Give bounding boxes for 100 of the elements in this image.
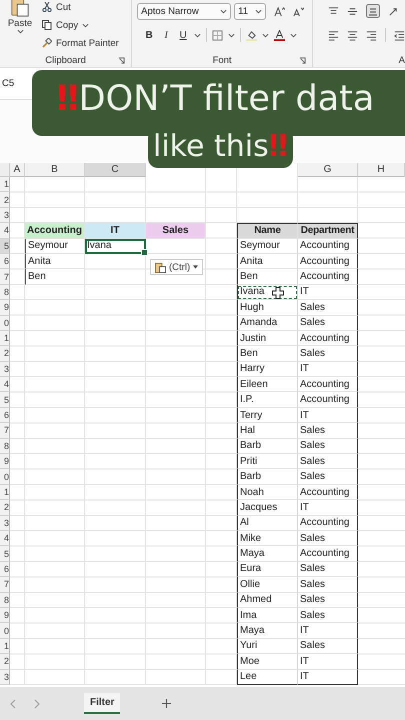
row-number[interactable]: 9: [0, 454, 10, 470]
align-bottom-icon[interactable]: [366, 4, 380, 18]
row-number[interactable]: 7: [0, 577, 10, 593]
fill-color-icon[interactable]: [246, 30, 258, 40]
table-cell: Accounting: [298, 330, 358, 346]
row-number[interactable]: 5: [0, 546, 10, 562]
cursor-icon: [272, 286, 284, 299]
column-letter[interactable]: C: [85, 163, 146, 177]
decrease-indent-icon[interactable]: [394, 30, 405, 40]
row-number[interactable]: 1: [0, 638, 10, 654]
clipboard-icon[interactable]: [10, 0, 30, 18]
scissors-icon[interactable]: [42, 2, 52, 12]
column-letter[interactable]: G: [298, 163, 358, 177]
row-number[interactable]: 3: [0, 208, 10, 224]
paste-options-button[interactable]: (Ctrl): [150, 259, 204, 275]
table-cell: Sales: [298, 454, 358, 470]
caret-icon[interactable]: [290, 32, 298, 38]
shrink-font-icon[interactable]: [293, 6, 304, 16]
table-cell: Ben: [237, 269, 298, 285]
borders-icon[interactable]: [212, 30, 224, 40]
sheet-tab[interactable]: Filter: [84, 693, 120, 714]
table-cell: Jacques: [237, 500, 298, 516]
row-number[interactable]: 9: [0, 608, 10, 624]
row-number[interactable]: 0: [0, 316, 10, 331]
font-name-dropdown[interactable]: Aptos Narrow: [137, 2, 232, 20]
table-cell: Accounting: [298, 238, 358, 254]
row-number[interactable]: 4: [0, 223, 10, 239]
row-number[interactable]: 9: [0, 300, 10, 316]
row-number[interactable]: 8: [0, 284, 10, 300]
caret-icon: [220, 8, 228, 14]
table-cell: Ollie: [237, 577, 298, 593]
row-number[interactable]: 7: [0, 269, 10, 285]
table-cell: Anita: [237, 254, 298, 270]
align-top-icon[interactable]: [328, 6, 339, 16]
align-middle-icon[interactable]: [347, 6, 358, 16]
table-cell: Ivana: [237, 284, 298, 300]
paintbrush-icon[interactable]: [42, 38, 52, 48]
row-number[interactable]: 3: [0, 670, 10, 685]
grow-font-icon[interactable]: [274, 6, 286, 16]
copy-button[interactable]: Copy: [56, 20, 78, 30]
caret-icon[interactable]: [16, 29, 24, 34]
row-number[interactable]: 1: [0, 484, 10, 500]
paste-label[interactable]: Paste: [8, 18, 32, 29]
italic-button[interactable]: I: [160, 30, 172, 40]
font-size-dropdown[interactable]: 11: [234, 2, 266, 20]
column-letter[interactable]: H: [358, 163, 405, 177]
copy-icon[interactable]: [42, 20, 52, 30]
row-number[interactable]: 4: [0, 377, 10, 392]
cut-button[interactable]: Cut: [56, 2, 71, 12]
plus-icon[interactable]: [162, 699, 172, 708]
column-letter[interactable]: B: [25, 163, 85, 177]
table-cell: Sales: [298, 638, 358, 654]
underline-button[interactable]: U: [177, 30, 190, 40]
row-number[interactable]: 1: [0, 177, 10, 192]
format-painter-button[interactable]: Format Painter: [56, 38, 119, 48]
table-cell: Sales: [298, 469, 358, 485]
caret-icon[interactable]: [262, 32, 270, 38]
caret-icon[interactable]: [82, 22, 90, 28]
table-cell: Ivana: [85, 238, 146, 254]
row-number[interactable]: 2: [0, 346, 10, 362]
row-number[interactable]: 7: [0, 423, 10, 439]
table-cell: Mike: [237, 530, 298, 546]
table-cell: Accounting: [298, 254, 358, 270]
column-letter[interactable]: A: [10, 163, 25, 177]
table-cell: Seymour: [237, 238, 298, 254]
row-number[interactable]: 5: [0, 238, 10, 254]
table-cell: Seymour: [25, 238, 85, 254]
group-label: Clipboard: [45, 54, 86, 66]
table-cell: Accounting: [298, 377, 358, 392]
font-color-icon[interactable]: [274, 30, 286, 40]
caret-icon[interactable]: [194, 32, 202, 38]
table-cell: IT: [298, 623, 358, 639]
align-center-icon[interactable]: [347, 30, 358, 40]
row-number[interactable]: 3: [0, 362, 10, 378]
row-number[interactable]: 6: [0, 408, 10, 424]
row-number[interactable]: 2: [0, 500, 10, 516]
bold-button[interactable]: B: [143, 30, 156, 40]
row-number[interactable]: 2: [0, 654, 10, 670]
name-box[interactable]: C5: [0, 78, 32, 89]
table-cell: Sales: [298, 608, 358, 624]
table-cell: IT: [298, 500, 358, 516]
row-number[interactable]: 4: [0, 530, 10, 546]
caret-icon[interactable]: [228, 32, 236, 38]
row-number[interactable]: 6: [0, 254, 10, 270]
row-number[interactable]: 0: [0, 623, 10, 639]
orientation-icon[interactable]: [388, 6, 399, 16]
align-left-icon[interactable]: [328, 30, 339, 40]
row-number[interactable]: 3: [0, 516, 10, 531]
row-number[interactable]: 0: [0, 469, 10, 485]
row-number[interactable]: 5: [0, 392, 10, 408]
row-number[interactable]: 8: [0, 438, 10, 454]
align-right-icon[interactable]: [366, 30, 377, 40]
row-number[interactable]: 6: [0, 562, 10, 578]
dialog-launcher-icon[interactable]: [118, 56, 126, 64]
dialog-launcher-icon[interactable]: [299, 56, 306, 64]
table-cell: Moe: [237, 654, 298, 670]
table-cell: Sales: [298, 562, 358, 578]
row-number[interactable]: 8: [0, 592, 10, 608]
row-number[interactable]: 2: [0, 192, 10, 208]
row-number[interactable]: 1: [0, 330, 10, 346]
